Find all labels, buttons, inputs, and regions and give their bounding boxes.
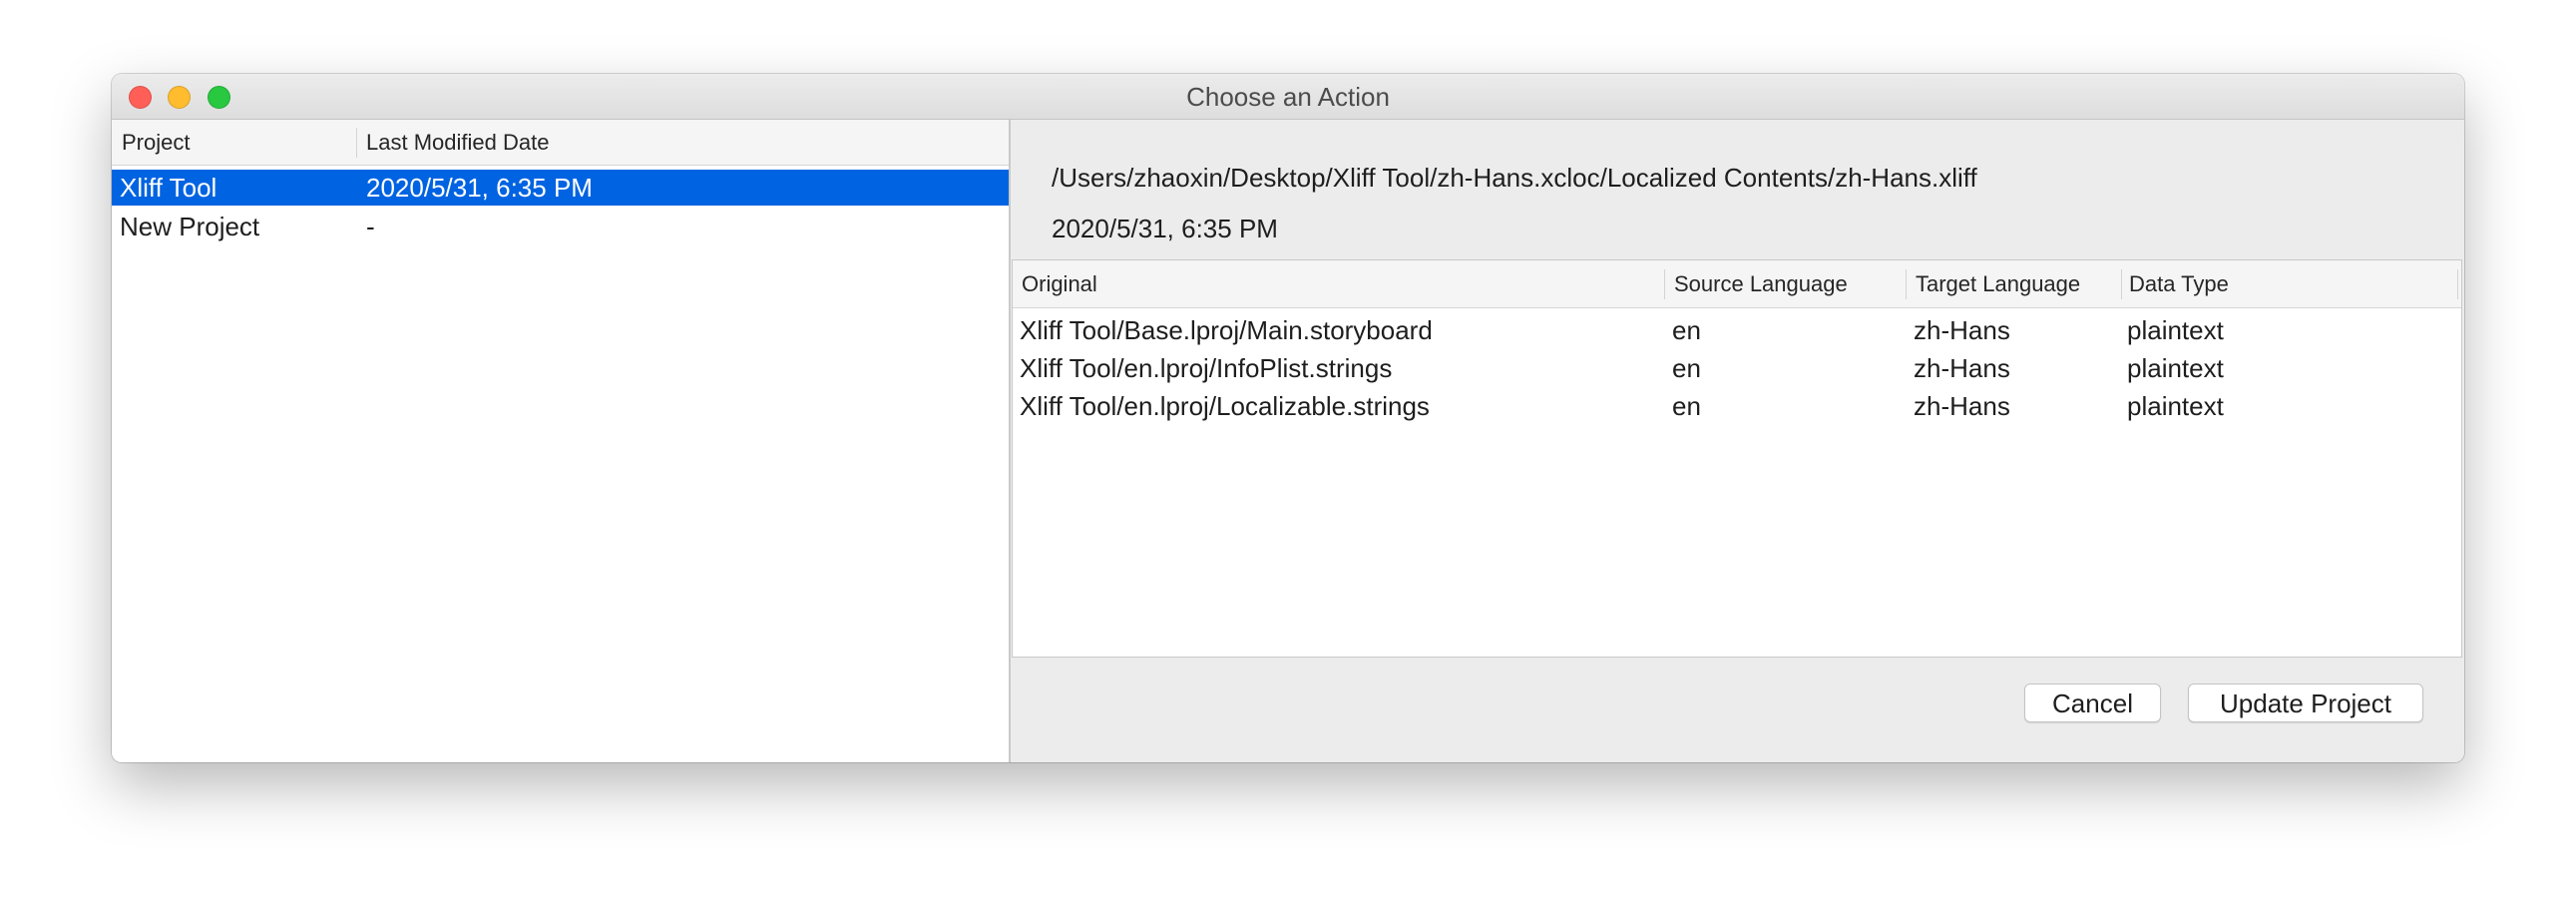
column-header-project[interactable]: Project — [122, 120, 190, 165]
project-date: - — [366, 212, 375, 241]
table-row[interactable]: Xliff Tool/en.lproj/Localizable.strings … — [1013, 387, 2461, 425]
project-name: New Project — [120, 212, 260, 241]
original-cell: Xliff Tool/en.lproj/InfoPlist.strings — [1020, 353, 1393, 383]
table-row[interactable]: Xliff Tool/Base.lproj/Main.storyboard en… — [1013, 311, 2461, 349]
column-header-target-language[interactable]: Target Language — [1916, 260, 2080, 307]
title-bar[interactable]: Choose an Action — [112, 74, 2464, 120]
project-date: 2020/5/31, 6:35 PM — [366, 173, 593, 203]
project-details: /Users/zhaoxin/Desktop/Xliff Tool/zh-Han… — [1011, 120, 2464, 762]
data-type-cell: plaintext — [2127, 391, 2224, 421]
original-cell: Xliff Tool/Base.lproj/Main.storyboard — [1020, 315, 1433, 345]
target-language-cell: zh-Hans — [1914, 391, 2010, 421]
modified-date: 2020/5/31, 6:35 PM — [1052, 214, 1278, 243]
column-header-last-modified-date[interactable]: Last Modified Date — [366, 120, 549, 165]
original-cell: Xliff Tool/en.lproj/Localizable.strings — [1020, 391, 1430, 421]
project-list-header: Project Last Modified Date — [112, 120, 1009, 166]
column-divider[interactable] — [356, 128, 357, 158]
project-name: Xliff Tool — [120, 173, 217, 203]
target-language-cell: zh-Hans — [1914, 315, 2010, 345]
xliff-file-path: /Users/zhaoxin/Desktop/Xliff Tool/zh-Han… — [1052, 163, 1977, 193]
files-table: Original Source Language Target Language… — [1012, 259, 2462, 658]
project-list: Project Last Modified Date Xliff Tool 20… — [112, 120, 1009, 762]
project-row[interactable]: New Project - — [112, 209, 1009, 244]
source-language-cell: en — [1672, 315, 1701, 345]
source-language-cell: en — [1672, 391, 1701, 421]
target-language-cell: zh-Hans — [1914, 353, 2010, 383]
column-header-original[interactable]: Original — [1022, 260, 1097, 307]
table-row[interactable]: Xliff Tool/en.lproj/InfoPlist.strings en… — [1013, 349, 2461, 387]
column-divider[interactable] — [1664, 269, 1665, 299]
column-header-data-type[interactable]: Data Type — [2129, 260, 2229, 307]
column-divider[interactable] — [2457, 269, 2458, 299]
data-type-cell: plaintext — [2127, 353, 2224, 383]
cancel-button[interactable]: Cancel — [2024, 684, 2161, 722]
column-divider[interactable] — [1906, 269, 1907, 299]
window-title: Choose an Action — [1186, 82, 1390, 112]
project-row[interactable]: Xliff Tool 2020/5/31, 6:35 PM — [112, 170, 1009, 206]
column-header-source-language[interactable]: Source Language — [1674, 260, 1848, 307]
files-table-header: Original Source Language Target Language… — [1013, 260, 2461, 308]
data-type-cell: plaintext — [2127, 315, 2224, 345]
source-language-cell: en — [1672, 353, 1701, 383]
update-project-button[interactable]: Update Project — [2188, 684, 2423, 722]
choose-action-window: Choose an Action Project Last Modified D… — [112, 74, 2464, 762]
column-divider[interactable] — [2121, 269, 2122, 299]
